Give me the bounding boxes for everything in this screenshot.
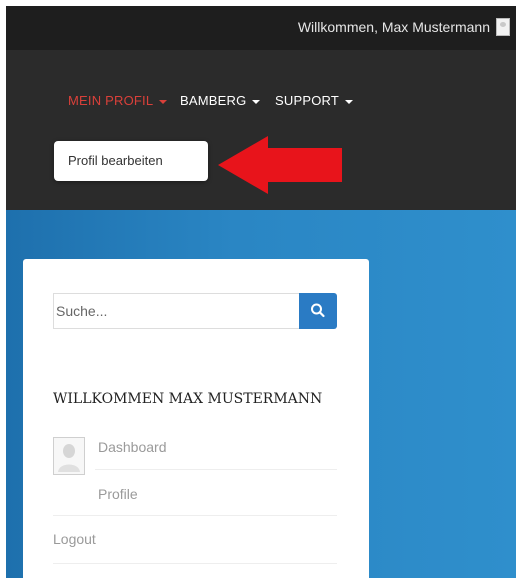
dashboard-link[interactable]: Dashboard <box>98 439 167 455</box>
avatar-placeholder-icon <box>58 444 80 472</box>
divider <box>95 469 337 470</box>
avatar <box>53 437 85 475</box>
welcome-text: Willkommen, Max Mustermann <box>297 19 490 35</box>
nav-item-label: SUPPORT <box>275 93 340 108</box>
menu-item-profil-bearbeiten[interactable]: Profil bearbeiten <box>68 153 163 168</box>
profile-link[interactable]: Profile <box>98 486 138 502</box>
nav-item-bamberg[interactable]: BAMBERG <box>180 93 261 108</box>
caret-down-icon <box>159 99 168 104</box>
caret-down-icon <box>252 99 261 104</box>
app-frame: Willkommen, Max Mustermann MEIN PROFIL B… <box>6 6 516 578</box>
nav-item-label: BAMBERG <box>180 93 247 108</box>
main-navbar: MEIN PROFIL BAMBERG SUPPORT Profil bearb… <box>6 50 516 210</box>
caret-down-icon <box>345 99 354 104</box>
search-input[interactable] <box>53 293 299 329</box>
widget-title: WILLKOMMEN MAX MUSTERMANN <box>53 391 323 407</box>
divider <box>53 563 337 564</box>
nav-item-mein-profil[interactable]: MEIN PROFIL <box>68 93 168 108</box>
user-icon[interactable] <box>496 18 510 36</box>
top-bar: Willkommen, Max Mustermann <box>6 6 516 50</box>
red-arrow-icon <box>218 136 342 194</box>
profile-dropdown-menu: Profil bearbeiten <box>54 141 208 181</box>
search-icon <box>311 303 325 318</box>
nav-item-support[interactable]: SUPPORT <box>275 93 354 108</box>
search-button[interactable] <box>299 293 337 329</box>
nav-item-label: MEIN PROFIL <box>68 93 154 108</box>
divider <box>53 515 337 516</box>
content-area: WILLKOMMEN MAX MUSTERMANN Dashboard Prof… <box>6 210 516 578</box>
sidebar-panel: WILLKOMMEN MAX MUSTERMANN Dashboard Prof… <box>23 259 369 578</box>
logout-link[interactable]: Logout <box>53 531 96 547</box>
